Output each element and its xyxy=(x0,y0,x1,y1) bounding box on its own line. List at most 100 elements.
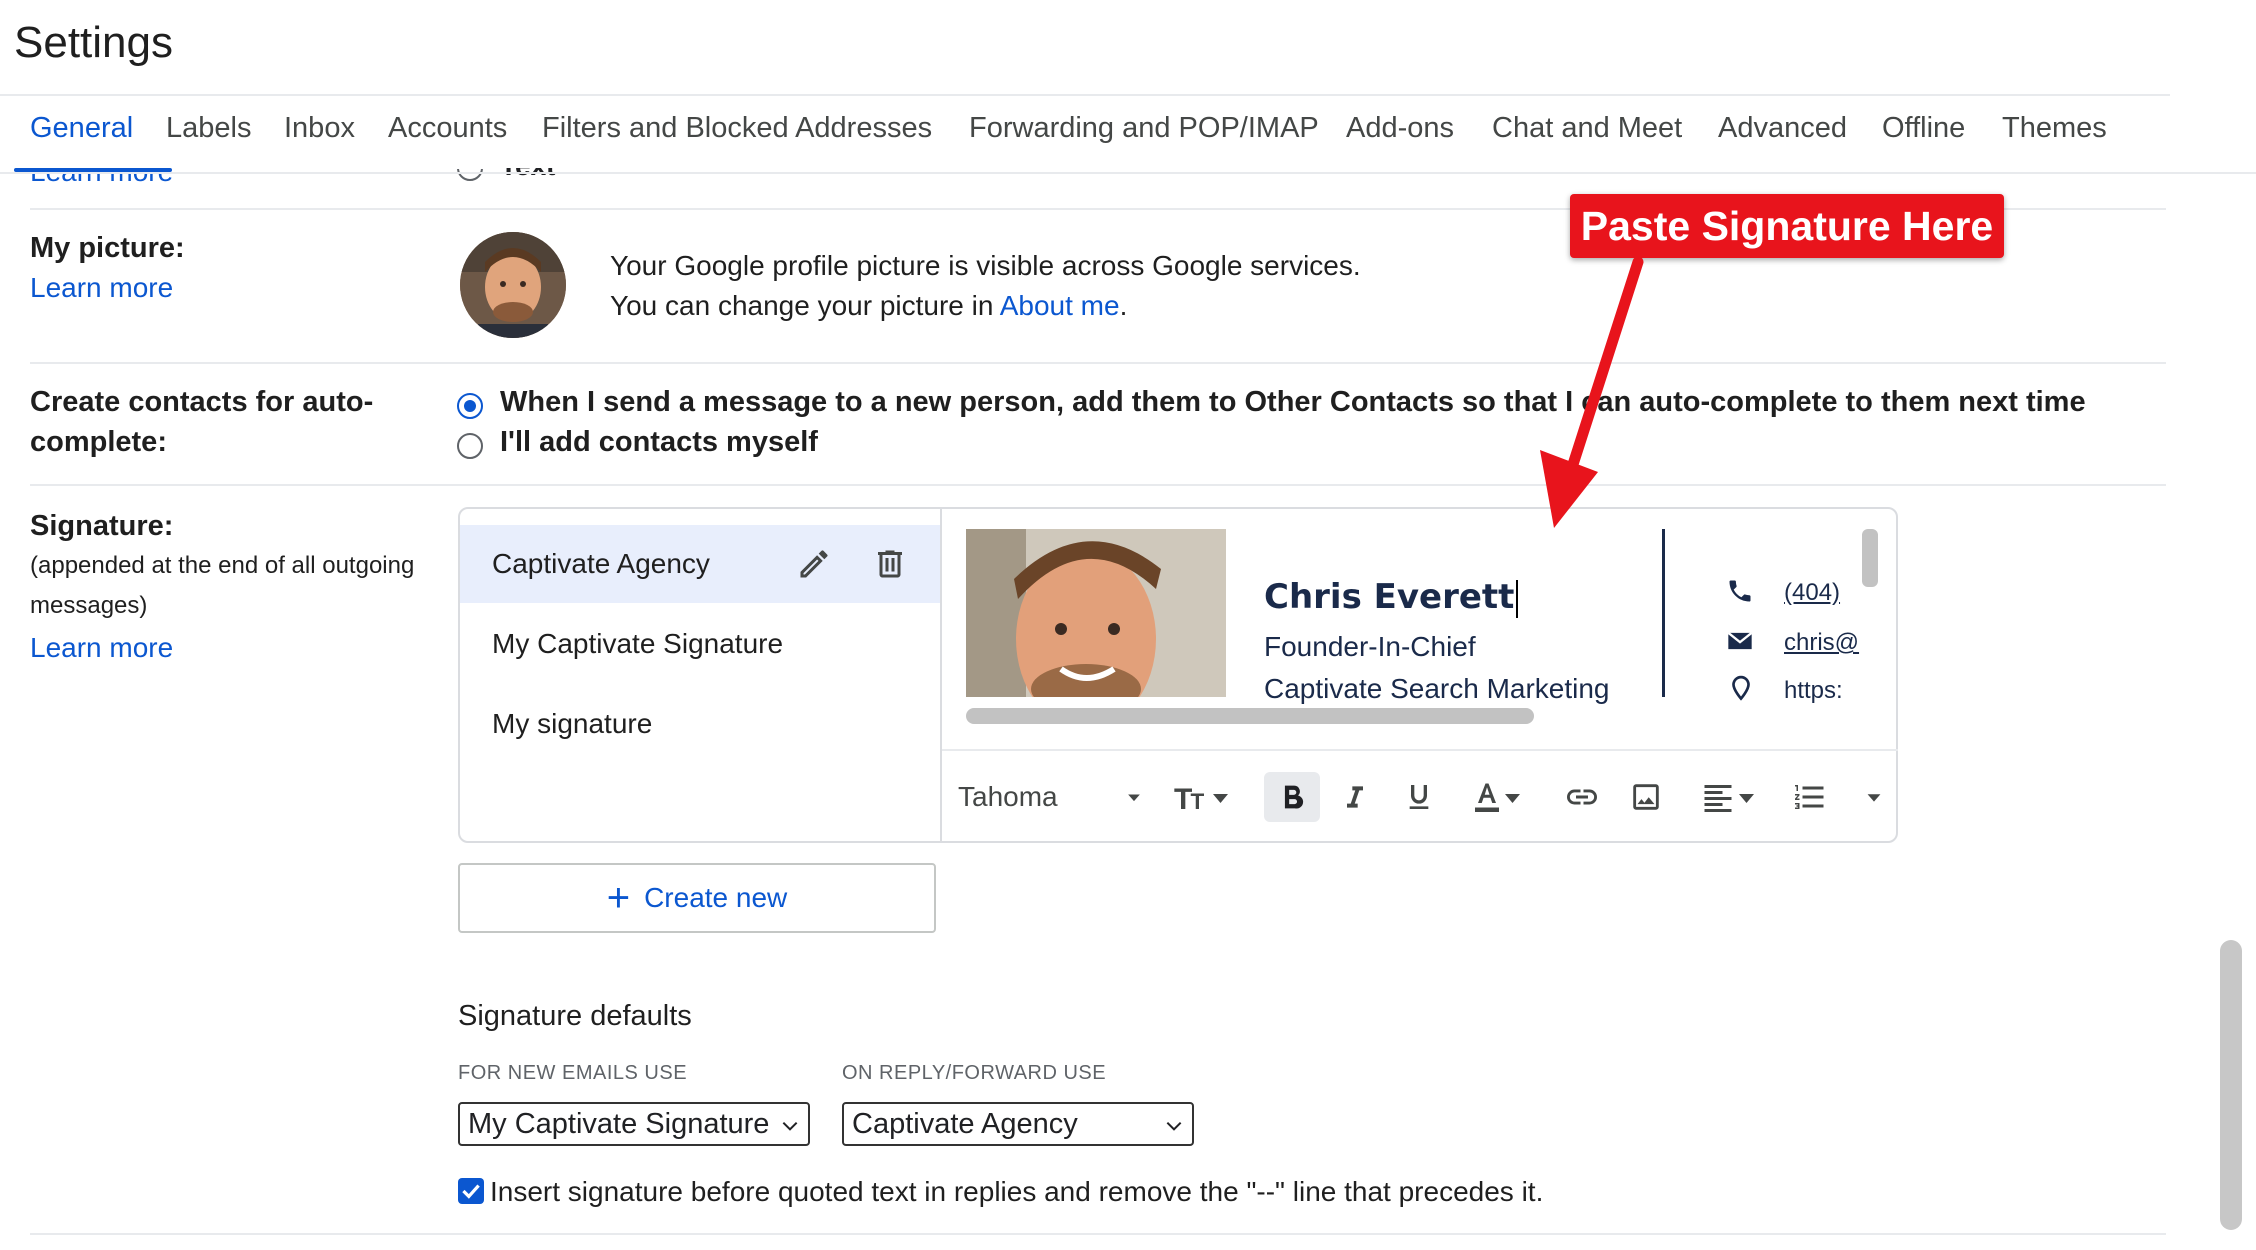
settings-tabs: General Labels Inbox Accounts Filters an… xyxy=(0,112,2256,160)
signature-label: Signature: xyxy=(30,510,174,542)
underline-icon xyxy=(1409,785,1429,809)
email-icon xyxy=(1726,627,1756,657)
page-title: Settings xyxy=(14,18,173,67)
signature-panel-divider xyxy=(940,507,942,843)
radio-auto-add-contacts[interactable] xyxy=(457,393,483,419)
radio-auto-add-contacts-label: When I send a message to a new person, a… xyxy=(500,386,2086,418)
signature-name: My Captivate Signature xyxy=(492,628,784,659)
toolbar-divider xyxy=(942,749,1898,751)
bold-button[interactable] xyxy=(1264,772,1320,822)
numbered-list-icon xyxy=(1795,785,1824,809)
contacts-label-line2: complete: xyxy=(30,426,167,458)
about-me-link[interactable]: About me xyxy=(1000,290,1120,321)
signature-defaults-heading: Signature defaults xyxy=(458,1000,692,1032)
page-scrollbar[interactable] xyxy=(2220,940,2242,1230)
insert-signature-checkbox[interactable] xyxy=(458,1178,484,1204)
tabs-divider xyxy=(0,172,2256,174)
reply-forward-signature-value: Captivate Agency xyxy=(852,1108,1078,1140)
delete-signature-icon[interactable] xyxy=(872,546,908,582)
phone-icon xyxy=(1726,577,1756,607)
chevron-down-icon xyxy=(782,1121,798,1131)
tab-filters[interactable]: Filters and Blocked Addresses xyxy=(542,112,932,145)
editor-horizontal-scrollbar[interactable] xyxy=(966,708,1534,724)
font-size-icon: TT xyxy=(1174,783,1228,815)
signature-list-item[interactable]: Captivate Agency xyxy=(460,525,940,603)
create-new-label: Create new xyxy=(644,882,788,913)
tab-chat-meet[interactable]: Chat and Meet xyxy=(1492,112,1682,145)
preview-phone-link[interactable]: (404) xyxy=(1784,579,1840,607)
header-divider xyxy=(0,94,2170,96)
checkmark-icon xyxy=(462,1184,480,1199)
new-emails-signature-select[interactable]: My Captivate Signature xyxy=(458,1102,810,1146)
plus-icon: + xyxy=(606,876,631,920)
tab-themes[interactable]: Themes xyxy=(2002,112,2107,145)
profile-picture[interactable] xyxy=(460,232,566,338)
underline-button[interactable] xyxy=(1396,772,1442,822)
tab-offline[interactable]: Offline xyxy=(1882,112,1965,145)
tab-forwarding[interactable]: Forwarding and POP/IMAP xyxy=(969,112,1319,145)
align-button[interactable] xyxy=(1694,772,1766,822)
insert-image-button[interactable] xyxy=(1620,772,1672,822)
text-color-button[interactable] xyxy=(1460,772,1532,822)
new-emails-label: FOR NEW EMAILS USE xyxy=(458,1062,688,1084)
preview-name: Chris Everett xyxy=(1264,577,1519,618)
signature-name: My signature xyxy=(492,708,653,739)
paste-signature-callout: Paste Signature Here xyxy=(1570,194,2004,258)
numbered-list-button[interactable] xyxy=(1784,772,1836,822)
radio-manual-contacts-label: I'll add contacts myself xyxy=(500,426,818,458)
insert-link-button[interactable] xyxy=(1556,772,1608,822)
new-emails-signature-value: My Captivate Signature xyxy=(468,1108,770,1140)
font-family-value: Tahoma xyxy=(958,781,1058,812)
font-family-dropdown[interactable]: Tahoma xyxy=(958,772,1144,822)
font-size-button[interactable]: TT xyxy=(1168,772,1240,822)
align-left-icon xyxy=(1704,785,1754,812)
reply-forward-signature-select[interactable]: Captivate Agency xyxy=(842,1102,1194,1146)
text-color-icon xyxy=(1475,783,1520,812)
section-divider xyxy=(30,362,2166,364)
red-arrow-icon xyxy=(1540,256,1644,528)
preview-company: Captivate Search Marketing xyxy=(1264,673,1610,704)
my-picture-label: My picture: xyxy=(30,232,185,264)
chevron-down-icon xyxy=(1128,794,1140,802)
signature-name: Captivate Agency xyxy=(492,548,710,579)
signature-sub-line2: messages) xyxy=(30,592,148,619)
picture-info-suffix: . xyxy=(1119,290,1128,321)
image-icon xyxy=(1633,784,1659,810)
italic-icon xyxy=(1347,786,1363,808)
avatar xyxy=(460,232,566,338)
tab-general[interactable]: General xyxy=(30,112,133,145)
signature-sub-line1: (appended at the end of all outgoing xyxy=(30,552,415,579)
link-icon xyxy=(1567,789,1597,805)
reply-forward-label: ON REPLY/FORWARD USE xyxy=(842,1062,1107,1084)
tab-inbox[interactable]: Inbox xyxy=(284,112,355,145)
preview-title: Founder-In-Chief xyxy=(1264,631,1476,662)
signature-list-item[interactable]: My Captivate Signature xyxy=(460,605,940,683)
svg-text:T: T xyxy=(1191,789,1205,814)
tab-advanced[interactable]: Advanced xyxy=(1718,112,1847,145)
tab-addons[interactable]: Add-ons xyxy=(1346,112,1454,145)
create-new-signature-button[interactable]: + Create new xyxy=(458,863,936,933)
picture-info-prefix: You can change your picture in xyxy=(610,290,1000,321)
tab-labels[interactable]: Labels xyxy=(166,112,251,145)
section-divider xyxy=(30,1233,2166,1235)
radio-manual-contacts[interactable] xyxy=(457,433,483,459)
italic-button[interactable] xyxy=(1332,772,1378,822)
more-formatting-button[interactable] xyxy=(1856,772,1892,822)
chevron-down-icon xyxy=(1166,1121,1182,1131)
preview-web-link[interactable]: https: xyxy=(1784,677,1843,705)
signature-list-item[interactable]: My signature xyxy=(460,685,940,763)
preview-email-link[interactable]: chris@ xyxy=(1784,629,1859,657)
location-icon xyxy=(1728,675,1754,705)
contacts-label-line1: Create contacts for auto- xyxy=(30,386,374,418)
preview-divider xyxy=(1662,529,1665,697)
tab-accounts[interactable]: Accounts xyxy=(388,112,507,145)
picture-info-line2: You can change your picture in About me. xyxy=(610,290,1127,322)
my-picture-learn-more[interactable]: Learn more xyxy=(30,272,173,304)
picture-info-line1: Your Google profile picture is visible a… xyxy=(610,250,1361,281)
editor-vertical-scrollbar[interactable] xyxy=(1862,529,1878,587)
signature-learn-more[interactable]: Learn more xyxy=(30,632,173,664)
bold-icon xyxy=(1284,785,1304,809)
edit-signature-icon[interactable] xyxy=(796,546,832,582)
signature-photo xyxy=(966,529,1226,697)
insert-signature-label: Insert signature before quoted text in r… xyxy=(490,1176,1544,1207)
